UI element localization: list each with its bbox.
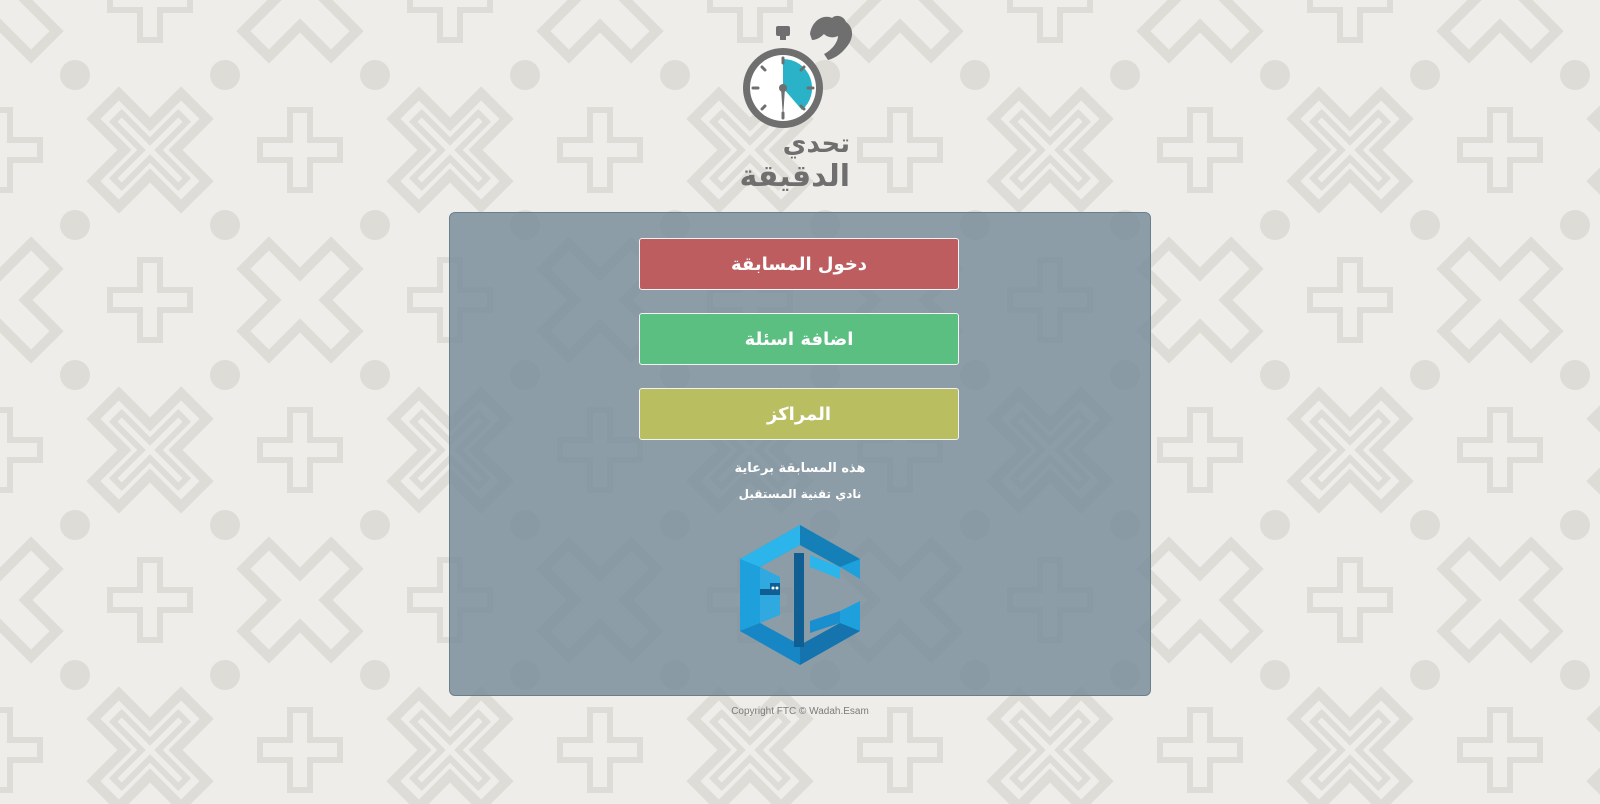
enter-competition-button[interactable]: دخول المسابقة: [639, 238, 959, 290]
logo-title-line1: تحدي: [782, 129, 850, 159]
stopwatch-muscle-icon: [743, 15, 853, 128]
copyright-footer: Copyright FTC © Wadah.Esam: [731, 706, 869, 717]
sponsor-name: نادي تقنية المستقبل: [738, 487, 862, 501]
ftc-logo: [740, 525, 860, 665]
logo-title-line2: الدقيقة: [739, 159, 850, 194]
app-logo: تحدي الدقيقة: [739, 12, 870, 194]
main-panel: دخول المسابقة اضافة اسئلة المراكز هذه ال…: [449, 212, 1151, 696]
rankings-button[interactable]: المراكز: [639, 388, 959, 440]
sponsor-text: هذه المسابقة برعاية: [734, 461, 866, 476]
add-questions-button[interactable]: اضافة اسئلة: [639, 313, 959, 365]
